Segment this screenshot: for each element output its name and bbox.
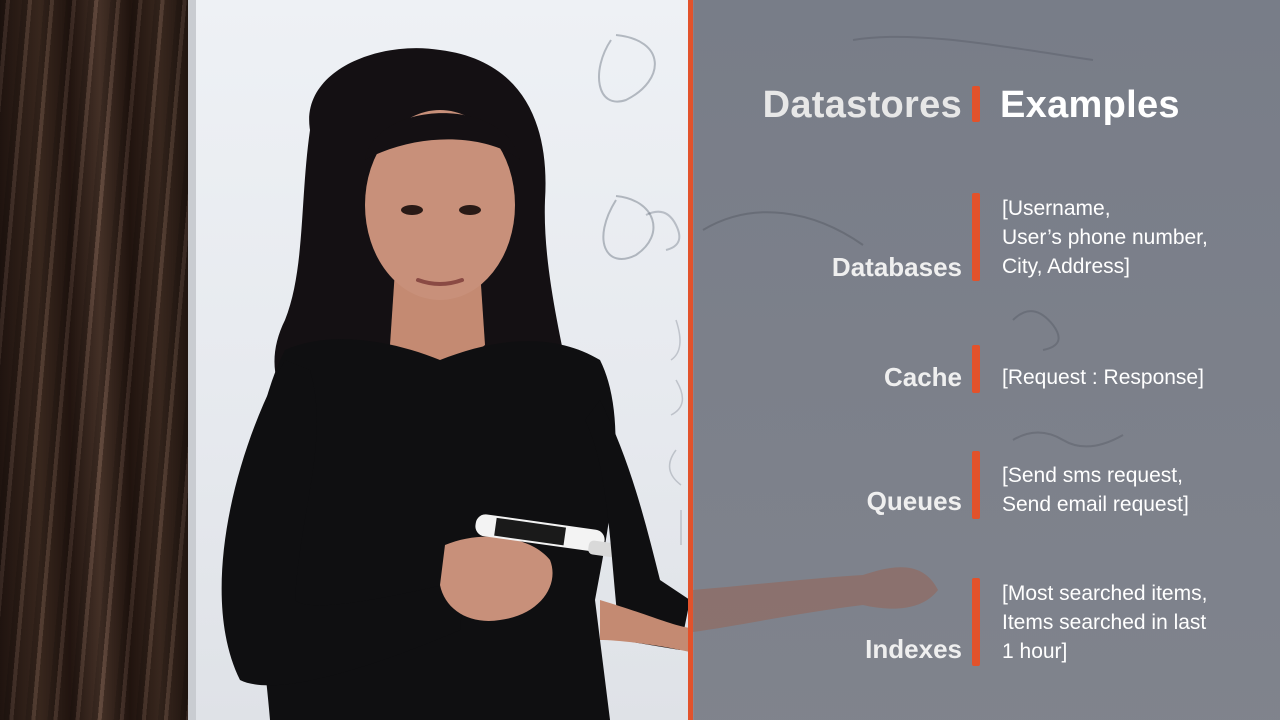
row-accent-bar	[972, 345, 980, 393]
label-cache: Cache	[883, 362, 962, 392]
video-frame: Datastores Examples Databases [Username,…	[0, 0, 1280, 720]
heading-datastores: Datastores	[762, 84, 962, 126]
label-indexes: Indexes	[865, 634, 962, 664]
row-accent-bar	[972, 193, 980, 281]
label-databases: Databases	[831, 252, 962, 282]
label-queues: Queues	[866, 486, 962, 516]
heading-accent-bar	[972, 86, 980, 122]
example-queues: [Send sms request, Send email request]	[1002, 464, 1189, 516]
row-accent-bar	[972, 578, 980, 666]
example-databases: [Username, User’s phone number, City, Ad…	[1002, 197, 1208, 278]
curtain-background	[0, 0, 200, 720]
row-accent-bar	[972, 451, 980, 519]
example-indexes: [Most searched items, Items searched in …	[1002, 582, 1208, 663]
example-cache: [Request : Response]	[1002, 366, 1204, 389]
heading-examples: Examples	[1000, 84, 1180, 126]
presenter-figure	[221, 48, 690, 720]
